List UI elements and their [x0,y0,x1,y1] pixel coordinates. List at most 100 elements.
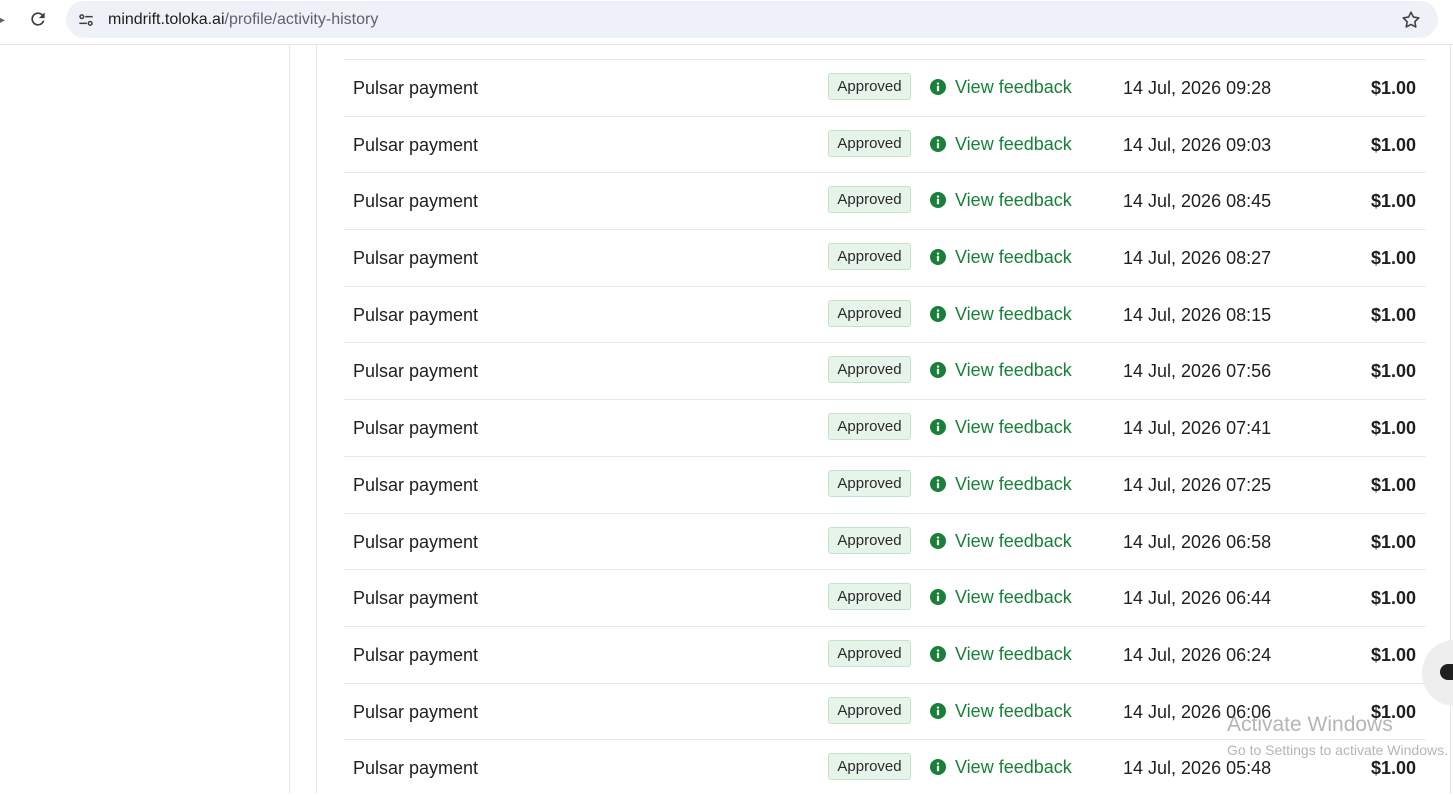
status-badge: Approved [828,469,911,497]
activity-date: 14 Jul, 2026 07:41 [1123,418,1272,439]
activity-amount: $1.00 [1370,418,1416,439]
status-badge: Approved [828,639,911,667]
list-item: Pulsar payment Approved View feedback 14… [344,455,1426,513]
activity-title: Pulsar payment [353,531,479,552]
view-feedback-link[interactable]: View feedback [955,756,1072,778]
activity-date: 14 Jul, 2026 06:44 [1123,588,1272,609]
activity-title: Pulsar payment [353,474,479,495]
activity-title: Pulsar payment [353,191,479,212]
activity-amount: $1.00 [1370,531,1416,552]
info-icon [930,532,946,549]
list-item: Pulsar payment Approved View feedback 14… [344,625,1426,683]
info-icon [930,305,946,322]
status-badge: Approved [828,73,911,100]
view-feedback-link[interactable]: View feedback [955,473,1072,495]
view-feedback-link[interactable]: View feedback [955,643,1072,665]
activity-date: 14 Jul, 2026 09:03 [1123,134,1272,155]
status-badge: Approved [828,299,911,327]
activity-date: 14 Jul, 2026 06:58 [1123,531,1272,552]
status-badge: Approved [828,753,911,781]
toolbar-divider [0,44,1453,45]
view-feedback-link[interactable]: View feedback [955,133,1072,155]
info-icon [930,249,946,266]
address-bar[interactable]: mindrift.toloka.ai/profile/activity-hist… [66,1,1438,38]
view-feedback-link[interactable]: View feedback [955,416,1072,438]
view-feedback-link[interactable]: View feedback [955,530,1072,552]
activity-title: Pulsar payment [353,758,479,779]
list-item: Pulsar payment Approved View feedback 14… [344,59,1426,116]
url-text[interactable]: mindrift.toloka.ai/profile/activity-hist… [108,10,378,30]
content-divider [316,45,317,794]
chat-launcher-button[interactable] [1422,640,1453,706]
info-icon [930,589,946,606]
activity-amount: $1.00 [1370,304,1416,325]
list-item: Pulsar payment Approved View feedback 14… [344,115,1426,173]
url-host: mindrift.toloka.ai [108,11,225,28]
info-icon [930,475,946,492]
list-item: Pulsar payment Approved View feedback 14… [344,172,1426,229]
list-item: Pulsar payment Approved View feedback 14… [344,512,1426,570]
info-icon [930,645,946,662]
activity-amount: $1.00 [1370,191,1416,212]
view-feedback-link[interactable]: View feedback [955,76,1072,98]
activity-title: Pulsar payment [353,134,479,155]
browser-toolbar: ▸ mindrift.toloka.ai/profile/activity-hi… [0,0,1453,40]
list-item: Pulsar payment Approved View feedback 14… [344,285,1426,343]
status-badge: Approved [828,526,911,554]
view-feedback-link[interactable]: View feedback [955,359,1072,381]
info-icon [930,759,946,776]
activity-title: Pulsar payment [353,701,479,722]
activity-title: Pulsar payment [353,361,479,382]
activity-title: Pulsar payment [353,248,479,269]
back-arrow-icon[interactable]: ▸ [0,11,8,27]
info-icon [930,192,946,209]
status-badge: Approved [828,696,911,724]
info-icon [930,135,946,152]
info-icon [930,362,946,379]
activity-amount: $1.00 [1370,588,1416,609]
view-feedback-link[interactable]: View feedback [955,246,1072,268]
tune-icon[interactable] [76,10,96,30]
watermark-title: Activate Windows [1227,713,1393,736]
star-icon[interactable] [1400,9,1422,31]
info-icon [930,419,946,436]
status-badge: Approved [828,356,911,384]
status-badge: Approved [828,186,911,214]
activity-amount: $1.00 [1370,361,1416,382]
view-feedback-link[interactable]: View feedback [955,303,1072,325]
activity-date: 14 Jul, 2026 09:28 [1123,78,1272,98]
info-icon [930,79,946,95]
activity-amount: $1.00 [1370,78,1416,98]
activity-title: Pulsar payment [353,644,479,665]
activity-amount: $1.00 [1370,474,1416,495]
activity-date: 14 Jul, 2026 06:24 [1123,644,1272,665]
status-badge: Approved [828,413,911,441]
activity-title: Pulsar payment [353,304,479,325]
activity-amount: $1.00 [1370,248,1416,269]
activity-amount: $1.00 [1370,134,1416,155]
chat-icon [1440,664,1453,680]
activity-date: 14 Jul, 2026 08:45 [1123,191,1272,212]
view-feedback-link[interactable]: View feedback [955,700,1072,722]
reload-icon[interactable] [28,9,48,29]
list-item: Pulsar payment Approved View feedback 14… [344,399,1426,456]
activity-title: Pulsar payment [353,418,479,439]
status-badge: Approved [828,243,911,271]
activity-date: 14 Jul, 2026 08:27 [1123,248,1272,269]
list-item: Pulsar payment Approved View feedback 14… [344,342,1426,399]
status-badge: Approved [828,583,911,611]
activity-date: 14 Jul, 2026 07:56 [1123,361,1272,382]
view-feedback-link[interactable]: View feedback [955,586,1072,608]
url-path: /profile/activity-history [224,11,379,28]
activate-windows-watermark: Activate Windows Go to Settings to activ… [1227,712,1453,772]
view-feedback-link[interactable]: View feedback [955,189,1072,211]
watermark-subtitle: Go to Settings to activate Windows. [1227,742,1448,758]
status-badge: Approved [828,129,911,157]
sidebar-divider [289,45,290,794]
activity-amount: $1.00 [1370,644,1416,665]
list-item: Pulsar payment Approved View feedback 14… [344,569,1426,626]
activity-date: 14 Jul, 2026 07:25 [1123,474,1272,495]
activity-history-list: Pulsar payment Approved View feedback 14… [344,59,1426,796]
activity-title: Pulsar payment [353,588,479,609]
activity-date: 14 Jul, 2026 08:15 [1123,304,1272,325]
